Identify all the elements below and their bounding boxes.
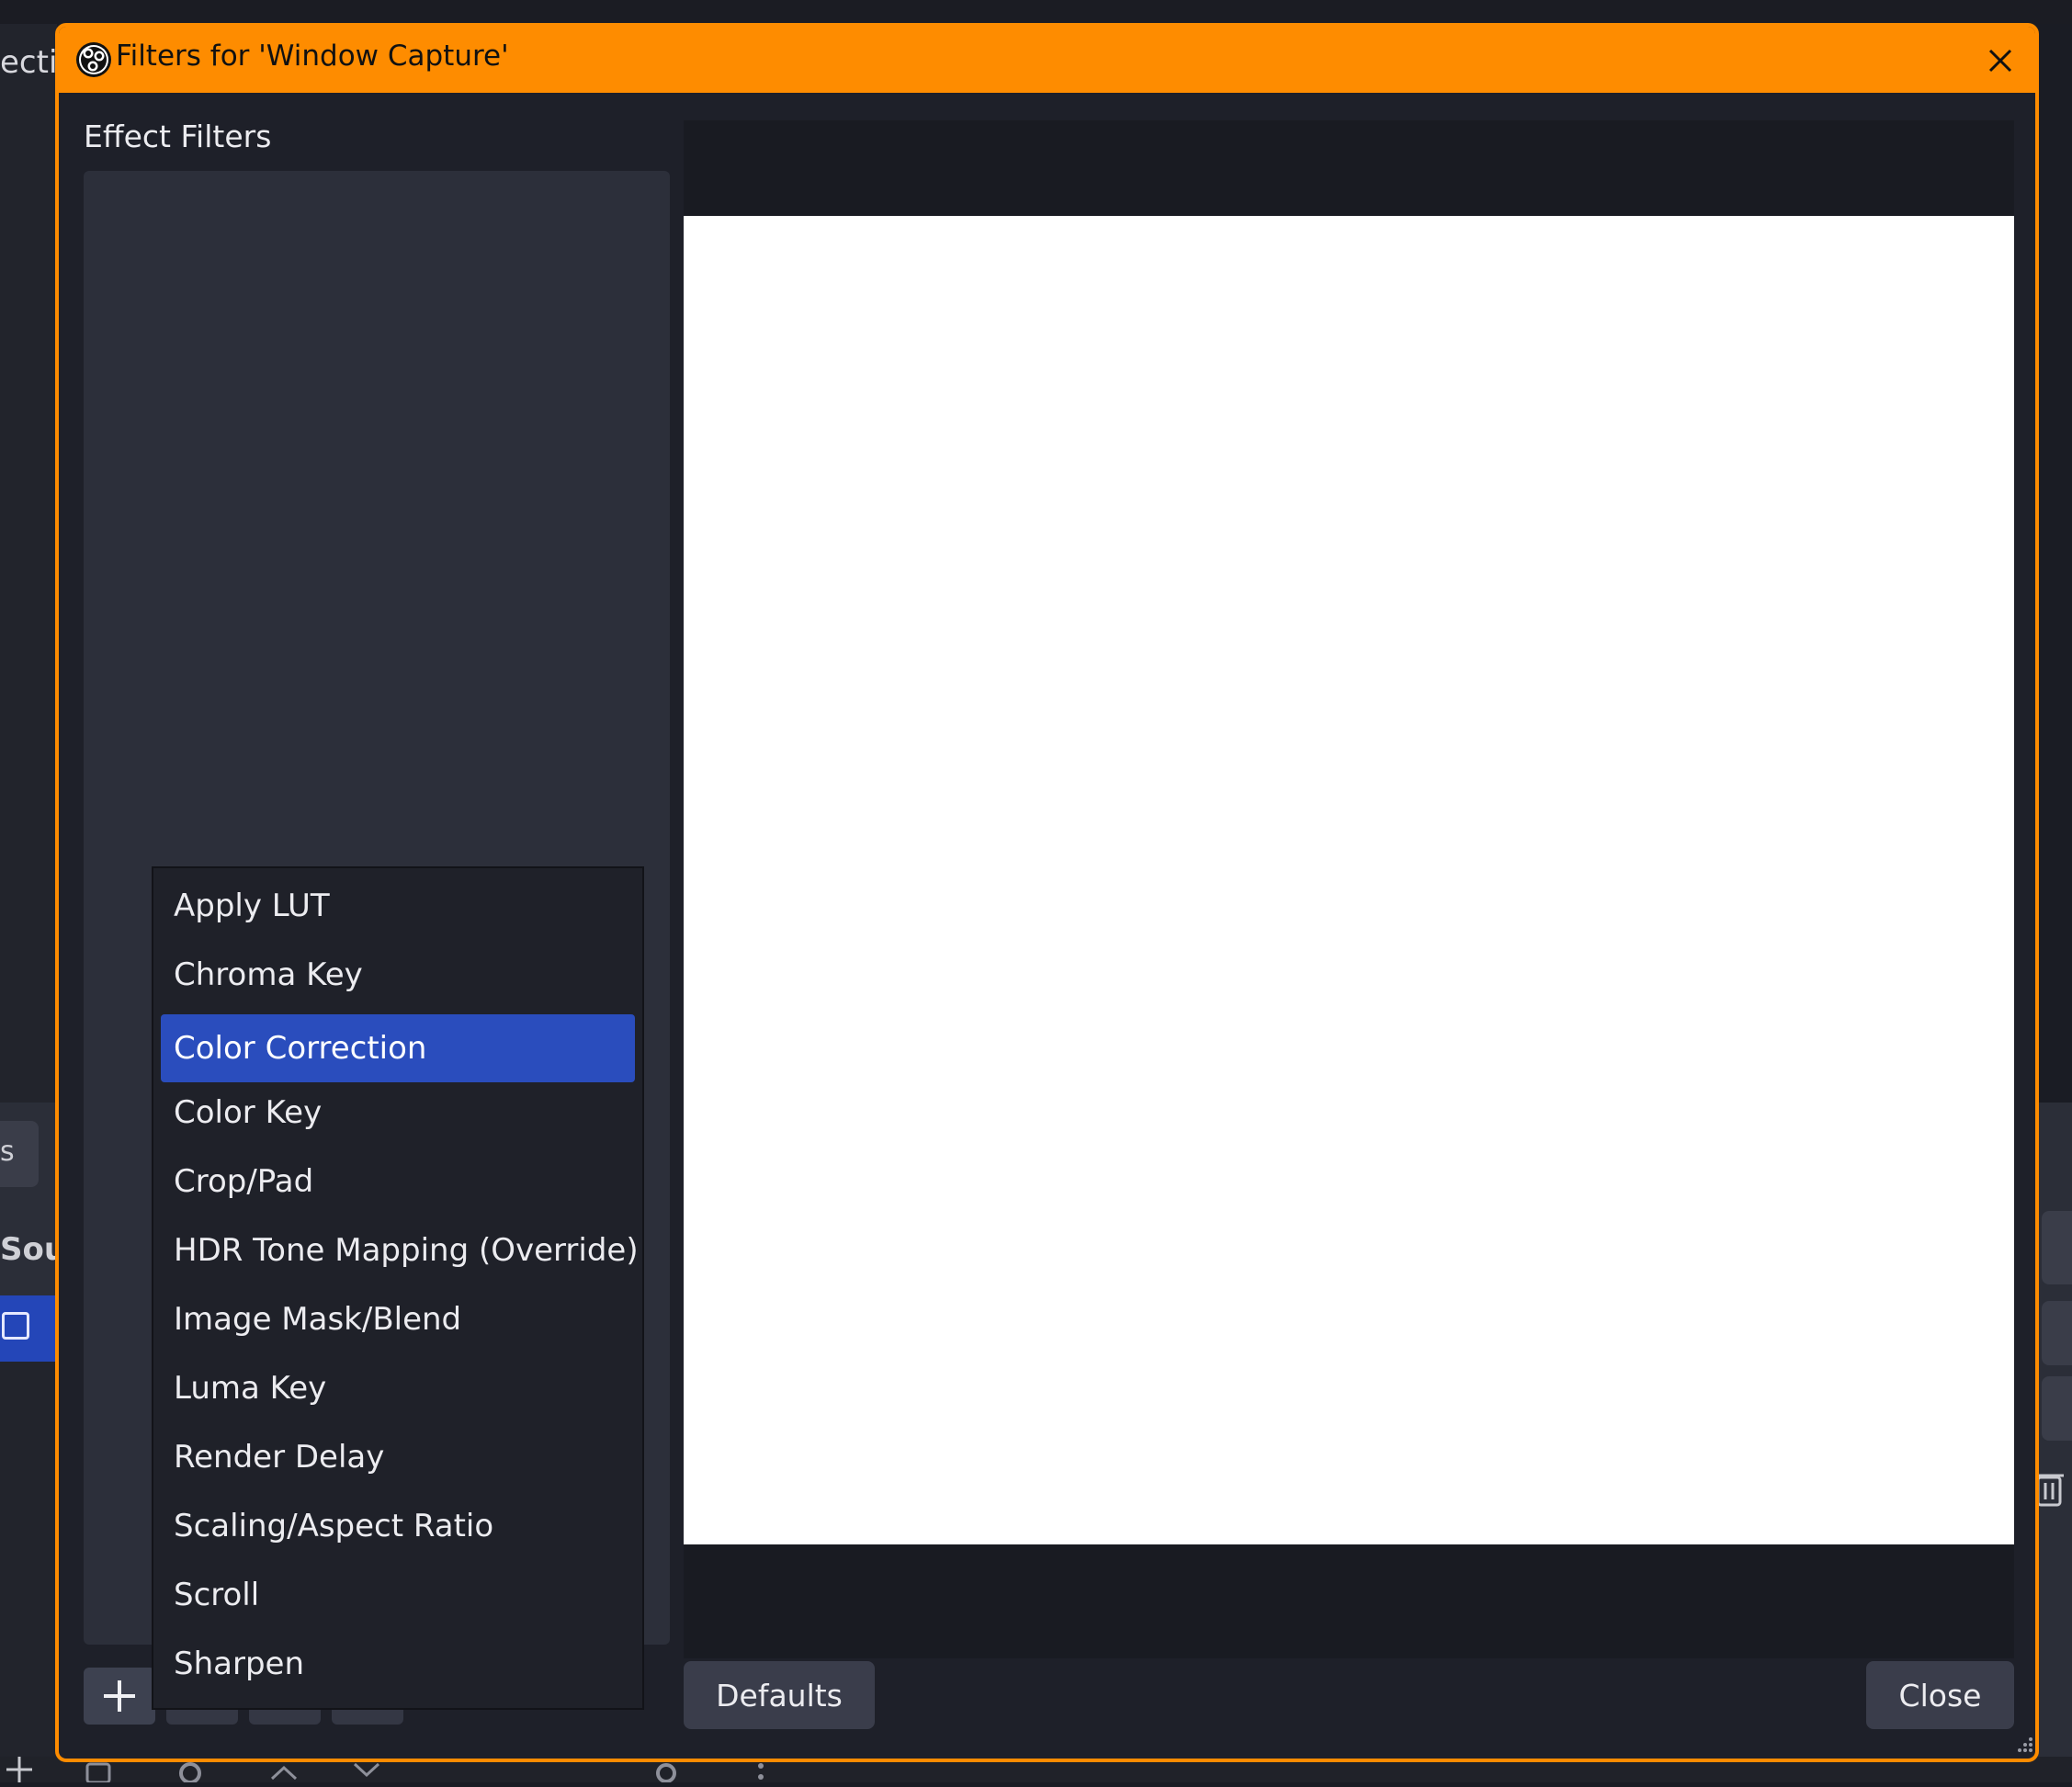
- dialog-title: Filters for 'Window Capture': [116, 40, 509, 73]
- menu-item-luma-key[interactable]: Luma Key: [161, 1354, 635, 1422]
- defaults-button[interactable]: Defaults: [684, 1661, 875, 1729]
- dock-button[interactable]: [2042, 1376, 2072, 1441]
- dock-tab-label: s: [0, 1136, 15, 1168]
- main-window-left-area: [0, 24, 57, 1782]
- dock-button[interactable]: [2042, 1211, 2072, 1284]
- preview-area-top: [684, 120, 2014, 216]
- plus-icon: [104, 1680, 135, 1712]
- menu-item-scroll[interactable]: Scroll: [161, 1561, 635, 1629]
- menu-item-apply-lut[interactable]: Apply LUT: [161, 872, 635, 940]
- close-button[interactable]: Close: [1866, 1661, 2014, 1729]
- effect-filters-label: Effect Filters: [84, 119, 272, 154]
- filter-properties-area: [684, 1544, 2014, 1658]
- plus-icon[interactable]: [4, 1757, 35, 1787]
- window-capture-icon: [2, 1312, 29, 1340]
- menu-item-scaling-aspect-ratio[interactable]: Scaling/Aspect Ratio: [161, 1492, 635, 1560]
- main-window-titlebar: [0, 0, 2072, 24]
- menu-item-sharpen[interactable]: Sharpen: [161, 1630, 635, 1698]
- add-filter-button[interactable]: [84, 1668, 155, 1725]
- menu-item-render-delay[interactable]: Render Delay: [161, 1423, 635, 1491]
- add-filter-menu: Apply LUT Chroma Key Color Correction Co…: [152, 866, 644, 1710]
- obs-logo-icon: [75, 41, 112, 78]
- menu-item-crop-pad[interactable]: Crop/Pad: [161, 1148, 635, 1216]
- close-icon[interactable]: [1987, 47, 2014, 74]
- source-preview: [684, 216, 2014, 1544]
- main-window-right-dock: [2038, 1103, 2072, 1782]
- menu-item-hdr-tone-mapping[interactable]: HDR Tone Mapping (Override): [161, 1216, 639, 1284]
- menu-item-chroma-key[interactable]: Chroma Key: [161, 941, 635, 1009]
- menu-item-image-mask-blend[interactable]: Image Mask/Blend: [161, 1285, 635, 1353]
- menu-item-color-correction[interactable]: Color Correction: [161, 1014, 635, 1082]
- dock-button[interactable]: [2042, 1301, 2072, 1365]
- menu-item-color-key[interactable]: Color Key: [161, 1079, 635, 1147]
- resize-grip-icon[interactable]: [2014, 1736, 2034, 1756]
- dialog-titlebar: Filters for 'Window Capture': [59, 27, 2035, 93]
